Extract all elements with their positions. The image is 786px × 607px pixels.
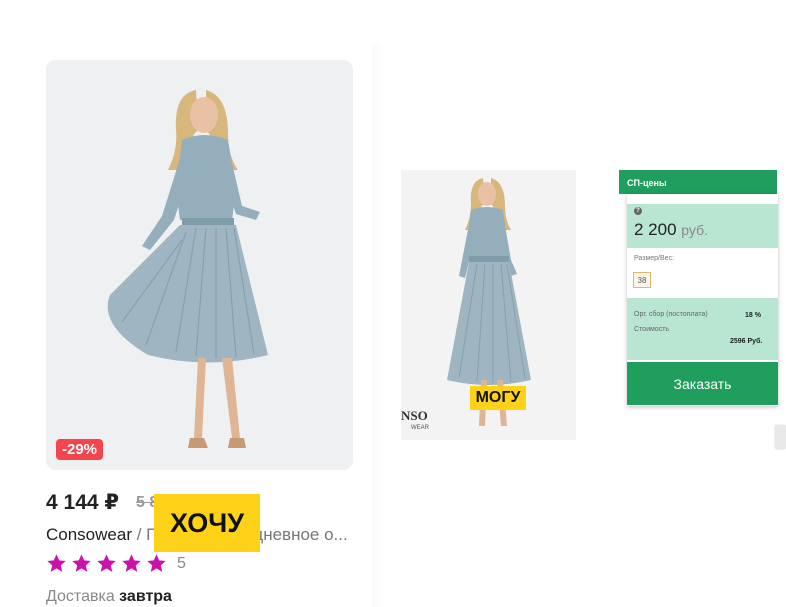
star-icon (147, 554, 166, 572)
star-icon (47, 554, 66, 572)
discount-badge: -29% (56, 439, 104, 460)
rating-count: 5 (177, 554, 186, 572)
delivery-value: завтра (119, 588, 172, 605)
star-icon (122, 554, 141, 572)
question-icon[interactable]: ? (634, 207, 642, 215)
org-fee-label: Орг. сбор (постоплата) (634, 311, 708, 318)
star-icon (72, 554, 91, 572)
sp-price-unit: руб. (681, 222, 708, 238)
rating-stars: 5 (46, 553, 186, 574)
sp-price: 2 200 руб. (634, 220, 708, 240)
delivery-info: Доставка завтра (46, 588, 172, 606)
cost-value: 2596 Руб. (730, 338, 763, 345)
sp-prices-tab[interactable]: СП-цены (619, 170, 777, 194)
delivery-label: Доставка (46, 588, 115, 605)
column-divider (372, 44, 386, 607)
current-price: 4 144 ₽ (46, 491, 119, 514)
sp-price-value: 2 200 (634, 220, 677, 239)
star-icon (97, 554, 116, 572)
order-button[interactable]: Заказать (627, 362, 778, 405)
want-badge[interactable]: ХОЧУ (154, 494, 260, 552)
can-badge[interactable]: МОГУ (470, 386, 526, 410)
org-fee-value: 18 % (745, 312, 761, 319)
brand-logo: NSO (401, 408, 428, 423)
next-panel-edge (776, 425, 786, 449)
size-label: Размер/Вес: (634, 255, 675, 262)
size-option[interactable]: 38 (633, 272, 651, 288)
brand-logo-sub: WEAR (411, 425, 429, 431)
dress-model-photo (46, 60, 353, 470)
cost-label: Стоимость (634, 326, 670, 333)
product-image[interactable] (46, 60, 353, 470)
brand-name: Consowear (46, 525, 132, 544)
